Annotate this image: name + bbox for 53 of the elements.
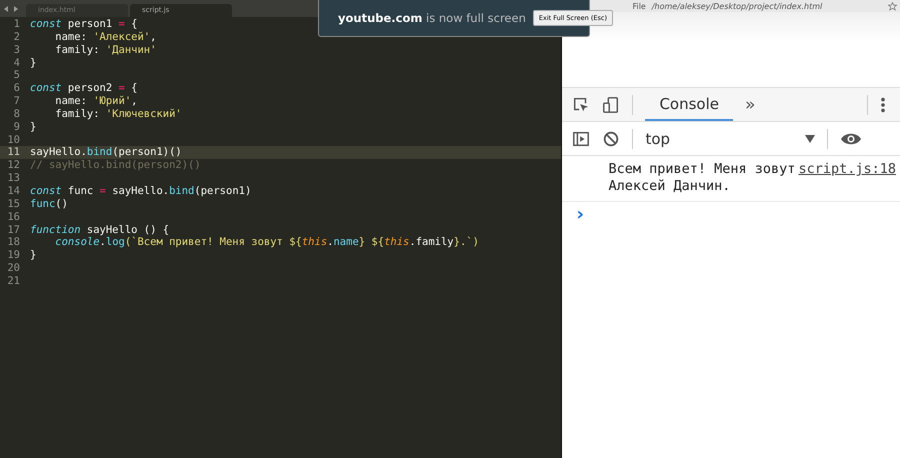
sidebar-icon[interactable] bbox=[572, 130, 590, 148]
line-number: 19 bbox=[6, 249, 21, 262]
address-bar[interactable]: /home/aleksey/Desktop/project/index.html bbox=[652, 2, 862, 10]
line-number: 16 bbox=[6, 210, 21, 224]
line-number: 17 bbox=[6, 224, 21, 236]
line-number: 3 bbox=[12, 44, 21, 57]
code-line: } bbox=[30, 56, 36, 70]
code-line: // sayHello.bind(person2)() bbox=[30, 159, 201, 172]
code-line: name: 'Алексей', bbox=[54, 30, 156, 44]
address-scheme: File bbox=[632, 2, 646, 10]
line-number: 4 bbox=[12, 56, 21, 70]
code-line: const person2 = { bbox=[30, 82, 138, 96]
code-line: const func = sayHello.bind(person1) bbox=[30, 184, 252, 198]
line-number: 21 bbox=[6, 274, 21, 288]
code-line: func() bbox=[30, 198, 68, 211]
line-number: 20 bbox=[6, 262, 21, 275]
line-number: 10 bbox=[6, 134, 21, 146]
clear-icon[interactable] bbox=[602, 130, 620, 148]
code-line: const person1 = { bbox=[30, 18, 138, 31]
source-link[interactable]: script.js:18 bbox=[798, 161, 896, 195]
line-number: 13 bbox=[6, 172, 21, 185]
console-message: Всем привет! Меня зовут Алексей Данчин. bbox=[608, 161, 796, 195]
eye-icon[interactable] bbox=[840, 132, 862, 146]
line-number: 11 bbox=[6, 146, 21, 160]
line-number: 7 bbox=[12, 95, 21, 108]
tab-nav-icon[interactable] bbox=[4, 6, 18, 12]
device-icon[interactable] bbox=[602, 96, 620, 114]
inspect-icon[interactable] bbox=[572, 96, 590, 114]
line-number: 2 bbox=[12, 30, 21, 44]
context-select[interactable]: top bbox=[645, 130, 816, 148]
line-number: 14 bbox=[6, 184, 21, 198]
line-number: 12 bbox=[6, 159, 21, 172]
star-icon[interactable] bbox=[888, 2, 897, 10]
line-number: 1 bbox=[12, 18, 21, 31]
code-line: family: 'Данчин' bbox=[54, 44, 156, 57]
line-number: 9 bbox=[12, 120, 21, 134]
menu-icon[interactable] bbox=[880, 96, 886, 114]
more-tabs[interactable]: » bbox=[745, 94, 756, 114]
code-line: } bbox=[30, 120, 36, 134]
line-number: 5 bbox=[12, 69, 21, 82]
dropdown-icon bbox=[805, 134, 816, 142]
line-number: 18 bbox=[6, 236, 21, 250]
line-number: 6 bbox=[12, 82, 21, 96]
code-line: family: 'Ключевский' bbox=[54, 108, 182, 121]
code-line: function sayHello () { bbox=[30, 224, 170, 236]
console-prompt[interactable]: › bbox=[576, 204, 584, 225]
notice-text: youtube.com is now full screen bbox=[338, 11, 526, 25]
line-number: 15 bbox=[6, 198, 21, 211]
line-number: 8 bbox=[12, 108, 21, 121]
code-line: sayHello.bind(person1)() bbox=[30, 146, 182, 160]
code-line: } bbox=[30, 249, 36, 262]
code-line: console.log(`Всем привет! Меня зовут ${this.name} ${this.family}.`) bbox=[54, 236, 479, 250]
code-line: name: 'Юрий', bbox=[54, 95, 138, 108]
